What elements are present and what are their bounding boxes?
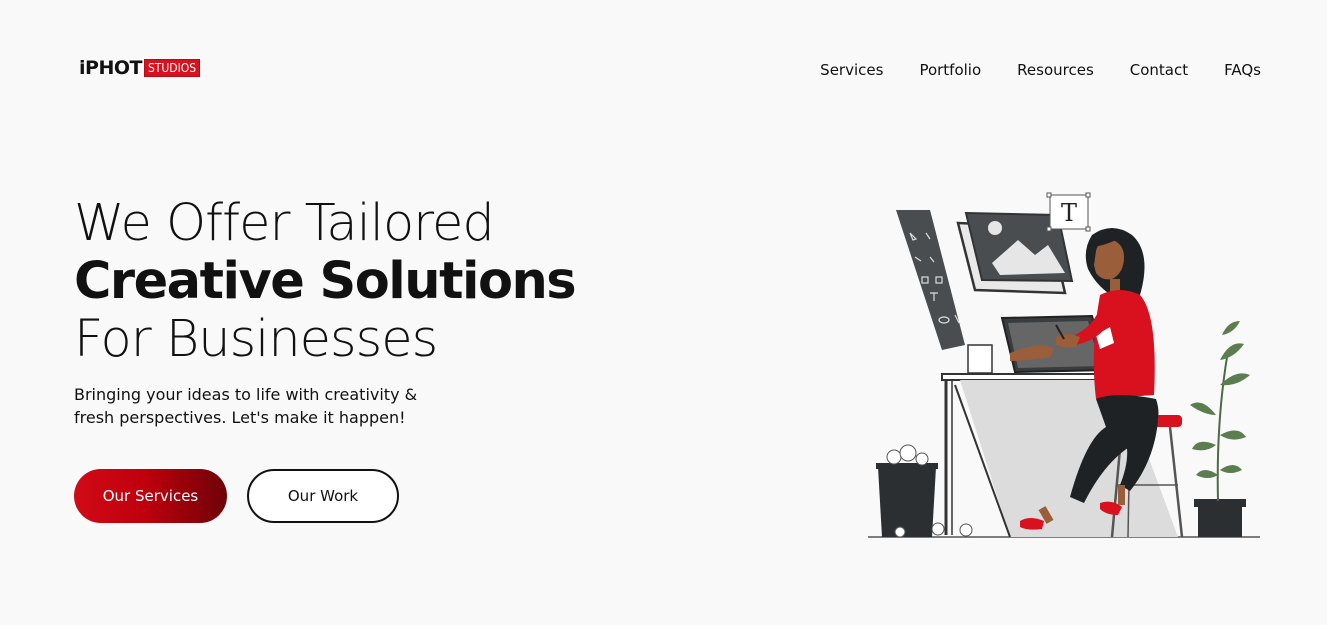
nav-item-portfolio[interactable]: Portfolio [919,60,981,80]
main-nav: Services Portfolio Resources Contact FAQ… [784,60,1261,80]
hero-heading: We Offer Tailored Creative Solutions For… [74,194,577,369]
desk-top [941,373,1121,381]
hero-heading-line-3: For Businesses [74,310,438,369]
coffee-cup [967,344,993,374]
hero-subtitle: Bringing your ideas to life with creativ… [74,385,418,427]
tool-panel [896,210,965,350]
our-work-button[interactable]: Our Work [247,469,399,523]
text-tool-glyph: T [1061,199,1077,227]
nav-item-resources[interactable]: Resources [1017,60,1094,80]
brand-tag: STUDIOS [143,59,201,77]
nav-item-faqs[interactable]: FAQs [1224,60,1261,80]
designer-at-desk-illustration: T [868,192,1260,538]
nav-item-services[interactable]: Services [820,60,883,80]
frame-sun [988,221,1002,235]
trash-bin [878,467,936,537]
potted-plant [1190,321,1250,537]
hero-heading-line-1: We Offer Tailored [74,194,495,253]
our-services-button[interactable]: Our Services [74,469,227,523]
nav-item-contact[interactable]: Contact [1130,60,1188,80]
brand-logo[interactable]: iPHOT STUDIOS [79,57,201,79]
brand-name: iPHOT [79,57,142,79]
hero-heading-line-2: Creative Solutions [74,252,577,311]
